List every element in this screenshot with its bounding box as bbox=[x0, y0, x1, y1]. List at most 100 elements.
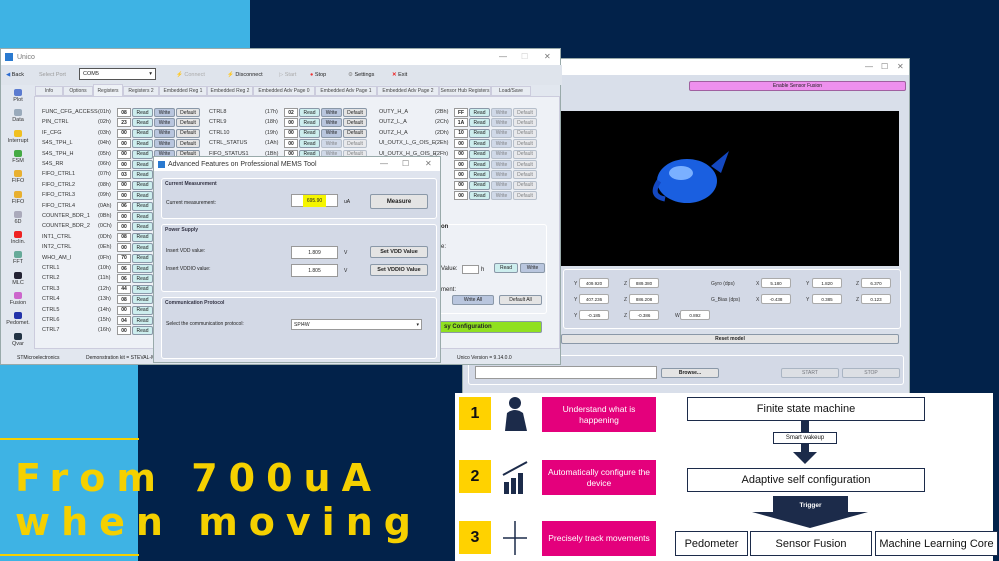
read-button[interactable]: Read bbox=[469, 139, 490, 149]
register-value-input[interactable]: 10 bbox=[454, 128, 468, 138]
sidebar-item-pedomet[interactable]: Pedomet. bbox=[1, 312, 35, 326]
read-button[interactable]: Read bbox=[132, 170, 153, 180]
sidebar-item-data[interactable]: Data bbox=[1, 109, 35, 123]
register-value-input[interactable]: 70 bbox=[117, 253, 131, 263]
write-button[interactable]: Write bbox=[154, 108, 175, 117]
write-button[interactable]: Write bbox=[520, 263, 545, 273]
read-button[interactable]: Read bbox=[132, 253, 153, 263]
register-value-input[interactable]: 23 bbox=[117, 118, 131, 128]
read-button[interactable]: Read bbox=[132, 326, 153, 336]
tab-embedded-reg-1[interactable]: Embedded Reg 1 bbox=[159, 86, 207, 96]
register-value-input[interactable]: 00 bbox=[284, 139, 298, 149]
default-button[interactable]: Default bbox=[176, 139, 200, 149]
write-button[interactable]: Write bbox=[491, 139, 512, 149]
read-button[interactable]: Read bbox=[132, 149, 153, 159]
default-button[interactable]: Default bbox=[176, 108, 200, 117]
vdd-input[interactable]: 1.809 bbox=[291, 246, 338, 259]
write-all-button[interactable]: Write All bbox=[452, 295, 494, 305]
write-button[interactable]: Write bbox=[321, 128, 342, 138]
tab-info[interactable]: Info bbox=[35, 86, 63, 96]
default-all-button[interactable]: Default All bbox=[499, 295, 542, 305]
default-button[interactable]: Default bbox=[513, 118, 537, 128]
reset-model-button[interactable]: Reset model bbox=[561, 334, 899, 344]
sidebar-item-inclin[interactable]: Inclin. bbox=[1, 231, 35, 245]
write-button[interactable]: Write bbox=[321, 108, 342, 117]
register-value-input[interactable]: 00 bbox=[454, 160, 468, 169]
tab-load-save[interactable]: Load/Save bbox=[491, 86, 531, 96]
register-value-input[interactable]: 00 bbox=[284, 128, 298, 138]
register-value-input[interactable]: 1A bbox=[454, 118, 468, 128]
sidebar-item-mlc[interactable]: MLC bbox=[1, 271, 35, 286]
read-button[interactable]: Read bbox=[469, 118, 490, 128]
sidebar-item-fsm[interactable]: FSM bbox=[1, 149, 35, 164]
register-value-input[interactable]: 00 bbox=[117, 326, 131, 336]
read-button[interactable]: Read bbox=[132, 128, 153, 138]
write-button[interactable]: Write bbox=[321, 118, 342, 128]
write-button[interactable]: Write bbox=[491, 128, 512, 138]
read-button[interactable]: Read bbox=[132, 180, 153, 190]
browse-button[interactable]: Browse... bbox=[661, 368, 719, 378]
default-button[interactable]: Default bbox=[343, 118, 367, 128]
back-button[interactable]: ◀ Back bbox=[6, 72, 24, 78]
register-value-input[interactable]: 00 bbox=[284, 118, 298, 128]
default-button[interactable]: Default bbox=[513, 170, 537, 180]
register-value-input[interactable]: 00 bbox=[117, 222, 131, 232]
read-button[interactable]: Read bbox=[469, 108, 490, 117]
vddio-input[interactable]: 1.805 bbox=[291, 264, 338, 277]
register-value-input[interactable]: 06 bbox=[117, 264, 131, 273]
read-button[interactable]: Read bbox=[132, 212, 153, 221]
read-button[interactable]: Read bbox=[299, 108, 320, 117]
tab-embedded-adv-page-0[interactable]: Embedded Adv Page 0 bbox=[253, 86, 315, 96]
default-button[interactable]: Default bbox=[343, 139, 367, 149]
sidebar-item-qvar[interactable]: Qvar bbox=[1, 332, 35, 347]
read-button[interactable]: Read bbox=[132, 139, 153, 149]
read-button[interactable]: Read bbox=[299, 139, 320, 149]
read-button[interactable]: Read bbox=[132, 264, 153, 273]
default-button[interactable]: Default bbox=[513, 180, 537, 190]
value-input[interactable] bbox=[462, 265, 479, 274]
read-button[interactable]: Read bbox=[132, 222, 153, 232]
register-value-input[interactable]: 03 bbox=[117, 170, 131, 180]
register-value-input[interactable]: 08 bbox=[117, 108, 131, 117]
sidebar-item-fft[interactable]: FFT bbox=[1, 251, 35, 265]
enable-sensor-fusion-button[interactable]: Enable Sensor Fusion bbox=[689, 81, 906, 91]
set-vddio-button[interactable]: Set VDDIO Value bbox=[370, 264, 428, 276]
port-select[interactable]: COM5 ▾ bbox=[79, 68, 156, 80]
close-button[interactable]: ✕ bbox=[897, 62, 904, 71]
settings-button[interactable]: ⚙ Settings bbox=[348, 72, 374, 78]
default-button[interactable]: Default bbox=[343, 108, 367, 117]
tab-options[interactable]: Options bbox=[63, 86, 93, 96]
default-button[interactable]: Default bbox=[513, 191, 537, 201]
register-value-input[interactable]: 00 bbox=[117, 212, 131, 221]
connect-button[interactable]: ⚡ Connect bbox=[176, 72, 205, 78]
write-button[interactable]: Write bbox=[491, 170, 512, 180]
register-value-input[interactable]: 00 bbox=[117, 149, 131, 159]
read-button[interactable]: Read bbox=[469, 180, 490, 190]
read-button[interactable]: Read bbox=[132, 305, 153, 315]
register-value-input[interactable]: 00 bbox=[454, 139, 468, 149]
read-button[interactable]: Read bbox=[132, 295, 153, 305]
set-vdd-button[interactable]: Set VDD Value bbox=[370, 246, 428, 258]
tab-sensor-hub-registers[interactable]: Sensor Hub Registers bbox=[439, 86, 491, 96]
read-button[interactable]: Read bbox=[132, 316, 153, 325]
register-value-input[interactable]: 08 bbox=[117, 232, 131, 242]
protocol-select[interactable]: SPI4W ▾ bbox=[291, 319, 422, 330]
stop-button[interactable]: STOP bbox=[842, 368, 900, 378]
default-button[interactable]: Default bbox=[513, 139, 537, 149]
write-button[interactable]: Write bbox=[491, 108, 512, 117]
tab-registers-2[interactable]: Registers 2 bbox=[123, 86, 159, 96]
measure-button[interactable]: Measure bbox=[370, 194, 428, 209]
write-button[interactable]: Write bbox=[491, 118, 512, 128]
read-button[interactable]: Read bbox=[132, 118, 153, 128]
stop-button[interactable]: ● Stop bbox=[310, 72, 326, 78]
register-value-input[interactable]: 00 bbox=[117, 305, 131, 315]
write-button[interactable]: Write bbox=[491, 160, 512, 169]
register-value-input[interactable]: 02 bbox=[284, 108, 298, 117]
read-button[interactable]: Read bbox=[494, 263, 518, 273]
read-button[interactable]: Read bbox=[299, 128, 320, 138]
register-value-input[interactable]: 06 bbox=[117, 274, 131, 284]
register-value-input[interactable]: 04 bbox=[117, 316, 131, 325]
register-value-input[interactable]: 44 bbox=[117, 284, 131, 294]
register-value-input[interactable]: 00 bbox=[117, 139, 131, 149]
read-button[interactable]: Read bbox=[132, 108, 153, 117]
